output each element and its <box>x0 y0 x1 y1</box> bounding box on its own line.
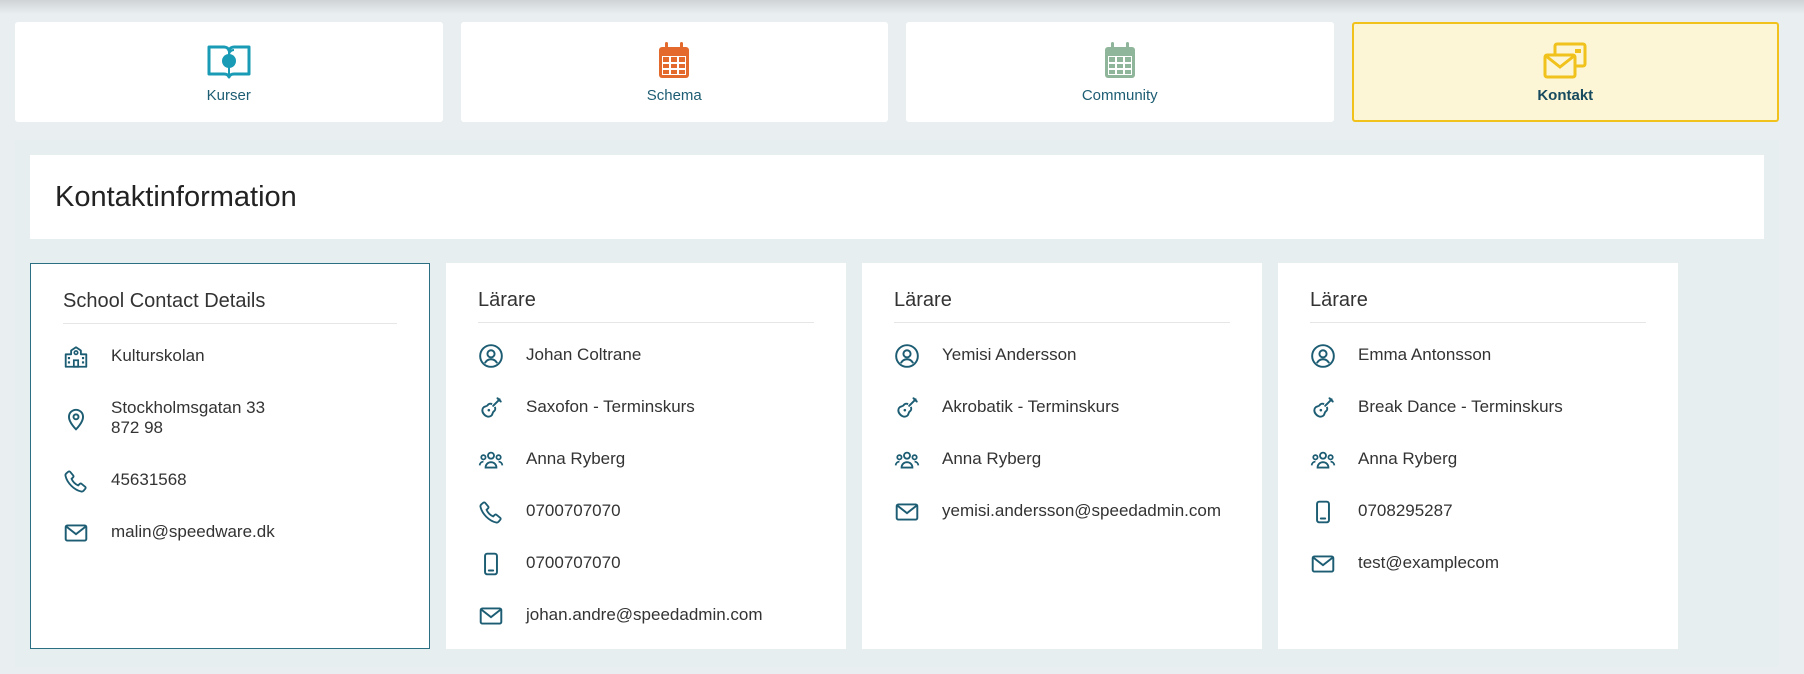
card-title: School Contact Details <box>63 290 397 324</box>
school-email-row: malin@speedware.dk <box>63 510 397 562</box>
title-bar: Kontaktinformation <box>30 155 1764 239</box>
teacher-course: Akrobatik - Terminskurs <box>942 397 1120 416</box>
top-shadow <box>0 0 1804 14</box>
tab-label: Kontakt <box>1537 86 1594 104</box>
mail-icon <box>1310 551 1336 577</box>
school-address: Stockholmsgatan 33 872 98 <box>111 398 265 438</box>
teacher-card: Lärare Yemisi Andersson Akrobatik - Term… <box>862 263 1262 649</box>
tab-kontakt[interactable]: Kontakt <box>1351 22 1779 122</box>
envelopes-icon <box>1543 42 1587 78</box>
tab-schema[interactable]: Schema <box>460 22 888 122</box>
teacher-group-row: Anna Ryberg <box>478 437 814 489</box>
school-email: malin@speedware.dk <box>111 522 275 541</box>
teacher-email: test@examplecom <box>1358 553 1500 572</box>
tab-community[interactable]: Community <box>906 22 1334 122</box>
teacher-group-row: Anna Ryberg <box>1310 437 1646 489</box>
mobile-icon <box>478 551 504 577</box>
guitar-icon <box>1310 395 1336 421</box>
phone-icon <box>63 468 89 494</box>
teacher-name-row: Johan Coltrane <box>478 333 814 385</box>
module-tabs: Kurser Schema Community Kontakt <box>15 22 1779 122</box>
group-icon <box>894 447 920 473</box>
card-title: Lärare <box>478 289 814 323</box>
school-phone-row: 45631568 <box>63 458 397 510</box>
teacher-mobile: 0708295287 <box>1358 501 1453 520</box>
mail-icon <box>63 520 89 546</box>
location-pin-icon <box>63 406 89 432</box>
teacher-group: Anna Ryberg <box>942 449 1042 468</box>
person-icon <box>478 343 504 369</box>
teacher-course: Break Dance - Terminskurs <box>1358 397 1563 416</box>
teacher-mobile-row: 0708295287 <box>1310 489 1646 541</box>
school-phone: 45631568 <box>111 470 187 489</box>
school-contact-card: School Contact Details Kulturskolan Stoc… <box>30 263 430 649</box>
teacher-email-row: test@examplecom <box>1310 541 1646 593</box>
guitar-icon <box>478 395 504 421</box>
teacher-mobile: 0700707070 <box>526 553 621 572</box>
teacher-group: Anna Ryberg <box>1358 449 1458 468</box>
school-name-row: Kulturskolan <box>63 334 397 386</box>
person-icon <box>1310 343 1336 369</box>
teacher-card: Lärare Emma Antonsson Break Dance - Term… <box>1278 263 1678 649</box>
tab-kurser[interactable]: Kurser <box>15 22 443 122</box>
mail-icon <box>894 499 920 525</box>
teacher-name: Yemisi Andersson <box>942 345 1077 364</box>
mail-icon <box>478 603 504 629</box>
card-title: Lärare <box>1310 289 1646 323</box>
school-name: Kulturskolan <box>111 346 205 365</box>
teacher-email-row: johan.andre@speedadmin.com <box>478 593 814 645</box>
group-icon <box>1310 447 1336 473</box>
teacher-course-row: Saxofon - Terminskurs <box>478 385 814 437</box>
contact-panel: Kontaktinformation School Contact Detail… <box>15 140 1779 667</box>
teacher-email: yemisi.andersson@speedadmin.com <box>942 501 1221 520</box>
school-icon <box>63 344 89 370</box>
teacher-group-row: Anna Ryberg <box>894 437 1230 489</box>
calendar-icon <box>659 41 690 78</box>
teacher-mobile-row: 0700707070 <box>478 541 814 593</box>
tab-label: Community <box>1081 86 1158 104</box>
tab-label: Kurser <box>206 86 251 104</box>
teacher-course-row: Break Dance - Terminskurs <box>1310 385 1646 437</box>
contact-cards: School Contact Details Kulturskolan Stoc… <box>30 263 1678 649</box>
book-apple-icon <box>207 45 251 78</box>
teacher-name: Johan Coltrane <box>526 345 642 364</box>
school-address-row: Stockholmsgatan 33 872 98 <box>63 386 397 458</box>
person-icon <box>894 343 920 369</box>
tab-label: Schema <box>646 86 702 104</box>
address-line-2: 872 98 <box>111 418 163 437</box>
teacher-name-row: Yemisi Andersson <box>894 333 1230 385</box>
mobile-icon <box>1310 499 1336 525</box>
teacher-phone: 0700707070 <box>526 501 621 520</box>
teacher-name: Emma Antonsson <box>1358 345 1492 364</box>
teacher-email: johan.andre@speedadmin.com <box>526 605 763 624</box>
guitar-icon <box>894 395 920 421</box>
teacher-name-row: Emma Antonsson <box>1310 333 1646 385</box>
teacher-email-row: yemisi.andersson@speedadmin.com <box>894 489 1230 541</box>
teacher-phone-row: 0700707070 <box>478 489 814 541</box>
teacher-group: Anna Ryberg <box>526 449 626 468</box>
teacher-card: Lärare Johan Coltrane Saxofon - Terminsk… <box>446 263 846 649</box>
address-line-1: Stockholmsgatan 33 <box>111 398 266 417</box>
calendar-grid-icon <box>1104 41 1135 78</box>
teacher-course: Saxofon - Terminskurs <box>526 397 695 416</box>
phone-icon <box>478 499 504 525</box>
teacher-course-row: Akrobatik - Terminskurs <box>894 385 1230 437</box>
page-title: Kontaktinformation <box>55 180 297 213</box>
card-title: Lärare <box>894 289 1230 323</box>
group-icon <box>478 447 504 473</box>
